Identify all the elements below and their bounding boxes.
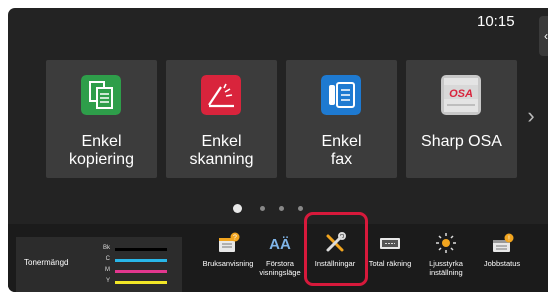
toner-bar-bk: [115, 248, 167, 251]
job-status-icon: !: [493, 233, 514, 252]
page-dot[interactable]: [260, 206, 265, 211]
toner-row-m: M: [96, 267, 176, 277]
scan-icon: [201, 75, 241, 115]
brightness-button[interactable]: Ljusstyrka inställning: [418, 228, 474, 284]
svg-text:!: !: [508, 236, 510, 243]
enlarge-text-icon: AÄ: [269, 236, 291, 253]
toner-bar-y: [115, 281, 167, 284]
toner-label: Tonermängd: [24, 258, 69, 267]
toner-key: Bk: [102, 245, 110, 251]
sharp-osa-icon: OSA: [441, 75, 481, 115]
side-panel-tab[interactable]: ‹: [539, 16, 548, 56]
tile-label: Enkel kopiering: [69, 133, 134, 168]
page-dot[interactable]: [298, 206, 303, 211]
osa-logo-text: OSA: [449, 88, 473, 100]
toner-bar-m: [115, 270, 167, 273]
manual-icon: ?: [219, 232, 240, 252]
fax-icon: [321, 75, 361, 115]
job-status-button[interactable]: ! Jobbstatus: [474, 228, 530, 284]
toner-key: Y: [105, 278, 110, 284]
tile-easy-copy[interactable]: Enkel kopiering: [46, 60, 157, 178]
toner-row-y: Y: [96, 278, 176, 288]
tile-label: Enkel fax: [321, 133, 362, 168]
toner-row-bk: Bk: [96, 245, 176, 255]
toner-row-c: C: [96, 256, 176, 266]
toner-level-panel: Tonermängd Bk C M Y: [16, 237, 182, 292]
next-page-arrow[interactable]: ›: [524, 104, 538, 128]
tile-label: Enkel skanning: [189, 133, 254, 168]
counter-icon: [380, 238, 400, 249]
job-status-label: Jobbstatus: [483, 259, 521, 268]
page-dot[interactable]: [279, 206, 284, 211]
svg-text:?: ?: [233, 235, 237, 242]
copy-icon: [81, 75, 121, 115]
brightness-icon: [436, 233, 456, 253]
chevron-left-icon: ‹: [544, 29, 548, 43]
settings-highlight-frame: [304, 212, 368, 286]
toner-bar-c: [115, 259, 167, 262]
tile-easy-fax[interactable]: Enkel fax: [286, 60, 397, 178]
toner-key: C: [105, 256, 110, 262]
clock: 10:15: [477, 13, 515, 30]
tile-easy-scan[interactable]: Enkel skanning: [166, 60, 277, 178]
total-count-button[interactable]: Total räkning: [362, 228, 418, 284]
tile-label: Sharp OSA: [421, 133, 502, 150]
tile-sharp-osa[interactable]: OSA Sharp OSA: [406, 60, 517, 178]
enlarge-display-button[interactable]: AÄ Förstora visningsläge: [252, 228, 308, 284]
toner-key: M: [105, 267, 110, 273]
page-dot-active[interactable]: [233, 204, 242, 213]
